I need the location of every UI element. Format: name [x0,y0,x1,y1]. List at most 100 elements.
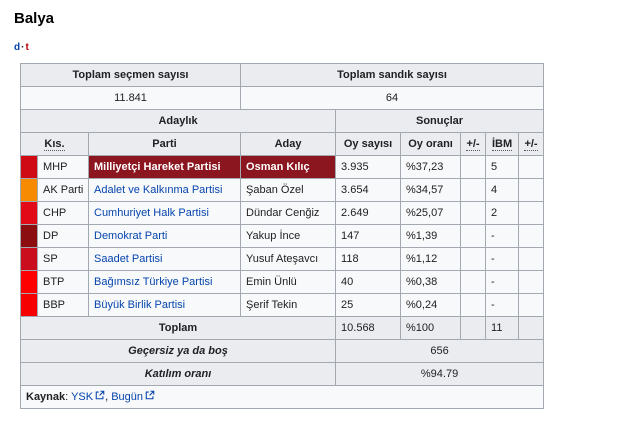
party-link[interactable]: Milliyetçi Hareket Partisi [94,161,221,173]
party-row-chp: CHP Cumhuriyet Halk Partisi Dündar Cenği… [20,201,545,225]
candidate-cell: Emin Ünlü [240,270,337,294]
seats-cell: - [485,224,520,248]
top-header-row: Toplam seçmen sayısı Toplam sandık sayıs… [19,63,545,87]
party-link[interactable]: Demokrat Parti [94,230,167,242]
candidate-cell: Dündar Cenğiz [240,201,337,225]
change1-column-header: +/- [460,132,487,156]
total-change1-cell [460,316,487,340]
party-abbr-cell: DP [37,224,89,248]
total-votes-cell: 10.568 [335,316,402,340]
change2-column-header: +/- [518,132,545,156]
candidate-cell: Yakup İnce [240,224,337,248]
party-color-swatch [20,293,38,317]
source-label: Kaynak [26,391,66,403]
seats-cell: - [485,247,520,271]
candidate-cell: Şerif Tekin [240,293,337,317]
votes-cell: 25 [335,293,402,317]
change1-cell [460,247,487,271]
change1-cell [460,201,487,225]
party-row-akparti: AK Parti Adalet ve Kalkınma Partisi Şaba… [20,178,545,202]
seats-cell: - [485,293,520,317]
template-talk-link[interactable]: t [25,42,28,53]
party-link[interactable]: Cumhuriyet Halk Partisi [94,207,209,219]
party-name-cell: Saadet Partisi [87,247,242,271]
change2-cell [518,247,545,271]
external-link-icon [95,389,105,405]
party-color-swatch [20,247,38,271]
share-cell: %0,38 [400,270,462,294]
party-color-swatch [20,155,38,179]
party-name-cell: Milliyetçi Hareket Partisi [87,155,242,179]
source-link-bugun[interactable]: Bugün [111,391,143,403]
party-abbr-cell: AK Parti [37,178,89,202]
candidate-cell: Yusuf Ateşavcı [240,247,337,271]
share-cell: %34,57 [400,178,462,202]
total-voters-header: Toplam seçmen sayısı [19,63,242,87]
change2-cell [518,270,545,294]
party-row-mhp: MHP Milliyetçi Hareket Partisi Osman Kıl… [20,155,545,179]
page-title: Balya [14,10,55,27]
change2-cell [518,293,545,317]
top-values-row: 11.841 64 [19,86,545,110]
source-row: Kaynak: YSK, Bugün [19,385,545,409]
party-name-cell: Büyük Birlik Partisi [87,293,242,317]
party-name-cell: Adalet ve Kalkınma Partisi [87,178,242,202]
source-cell: Kaynak: YSK, Bugün [19,385,545,409]
total-row: Toplam 10.568 %100 11 [19,316,545,340]
change2-cell [518,178,545,202]
total-seats-cell: 11 [485,316,520,340]
change2-cell [518,224,545,248]
invalid-votes-value: 656 [335,339,545,363]
group-header-row: Adaylık Sonuçlar [19,109,545,133]
party-link[interactable]: Bağımsız Türkiye Partisi [94,276,212,288]
change1-cell [460,293,487,317]
votes-cell: 2.649 [335,201,402,225]
party-row-sp: SP Saadet Partisi Yusuf Ateşavcı 118 %1,… [20,247,545,271]
turnout-row: Katılım oranı %94.79 [19,362,545,386]
candidate-column-header: Aday [240,132,337,156]
article-page: Balya d·t Toplam seçmen sayısı Toplam sa… [0,0,620,409]
party-name-cell: Cumhuriyet Halk Partisi [87,201,242,225]
candidate-cell: Osman Kılıç [240,155,337,179]
abbr-header-label: Kıs. [44,138,65,151]
party-name-cell: Bağımsız Türkiye Partisi [87,270,242,294]
share-cell: %25,07 [400,201,462,225]
change1-cell [460,178,487,202]
share-cell: %37,23 [400,155,462,179]
party-abbr-cell: BTP [37,270,89,294]
seats-cell: 4 [485,178,520,202]
change1-header-label: +/- [466,138,480,151]
change2-header-label: +/- [524,138,538,151]
share-cell: %1,39 [400,224,462,248]
change2-cell [518,201,545,225]
party-row-dp: DP Demokrat Parti Yakup İnce 147 %1,39 - [20,224,545,248]
external-link-icon [145,389,155,405]
party-abbr-cell: MHP [37,155,89,179]
votes-cell: 3.935 [335,155,402,179]
results-group-header: Sonuçlar [335,109,545,133]
party-abbr-cell: BBP [37,293,89,317]
party-color-swatch [20,178,38,202]
party-color-swatch [20,270,38,294]
votes-cell: 40 [335,270,402,294]
party-name-cell: Demokrat Parti [87,224,242,248]
change1-cell [460,270,487,294]
party-row-bbp: BBP Büyük Birlik Partisi Şerif Tekin 25 … [20,293,545,317]
party-link[interactable]: Adalet ve Kalkınma Partisi [94,184,222,196]
seats-column-header: İBM [485,132,520,156]
election-results-table: Toplam seçmen sayısı Toplam sandık sayıs… [19,63,545,409]
votes-column-header: Oy sayısı [335,132,402,156]
party-row-btp: BTP Bağımsız Türkiye Partisi Emin Ünlü 4… [20,270,545,294]
party-column-header: Parti [87,132,242,156]
share-cell: %0,24 [400,293,462,317]
total-ballot-boxes-value: 64 [240,86,545,110]
total-voters-value: 11.841 [19,86,242,110]
candidacy-group-header: Adaylık [19,109,337,133]
seats-header-label: İBM [491,138,513,151]
total-change2-cell [518,316,545,340]
turnout-value: %94.79 [335,362,545,386]
party-link[interactable]: Saadet Partisi [94,253,162,265]
source-link-ysk[interactable]: YSK [71,391,93,403]
party-color-swatch [20,201,38,225]
party-link[interactable]: Büyük Birlik Partisi [94,299,185,311]
